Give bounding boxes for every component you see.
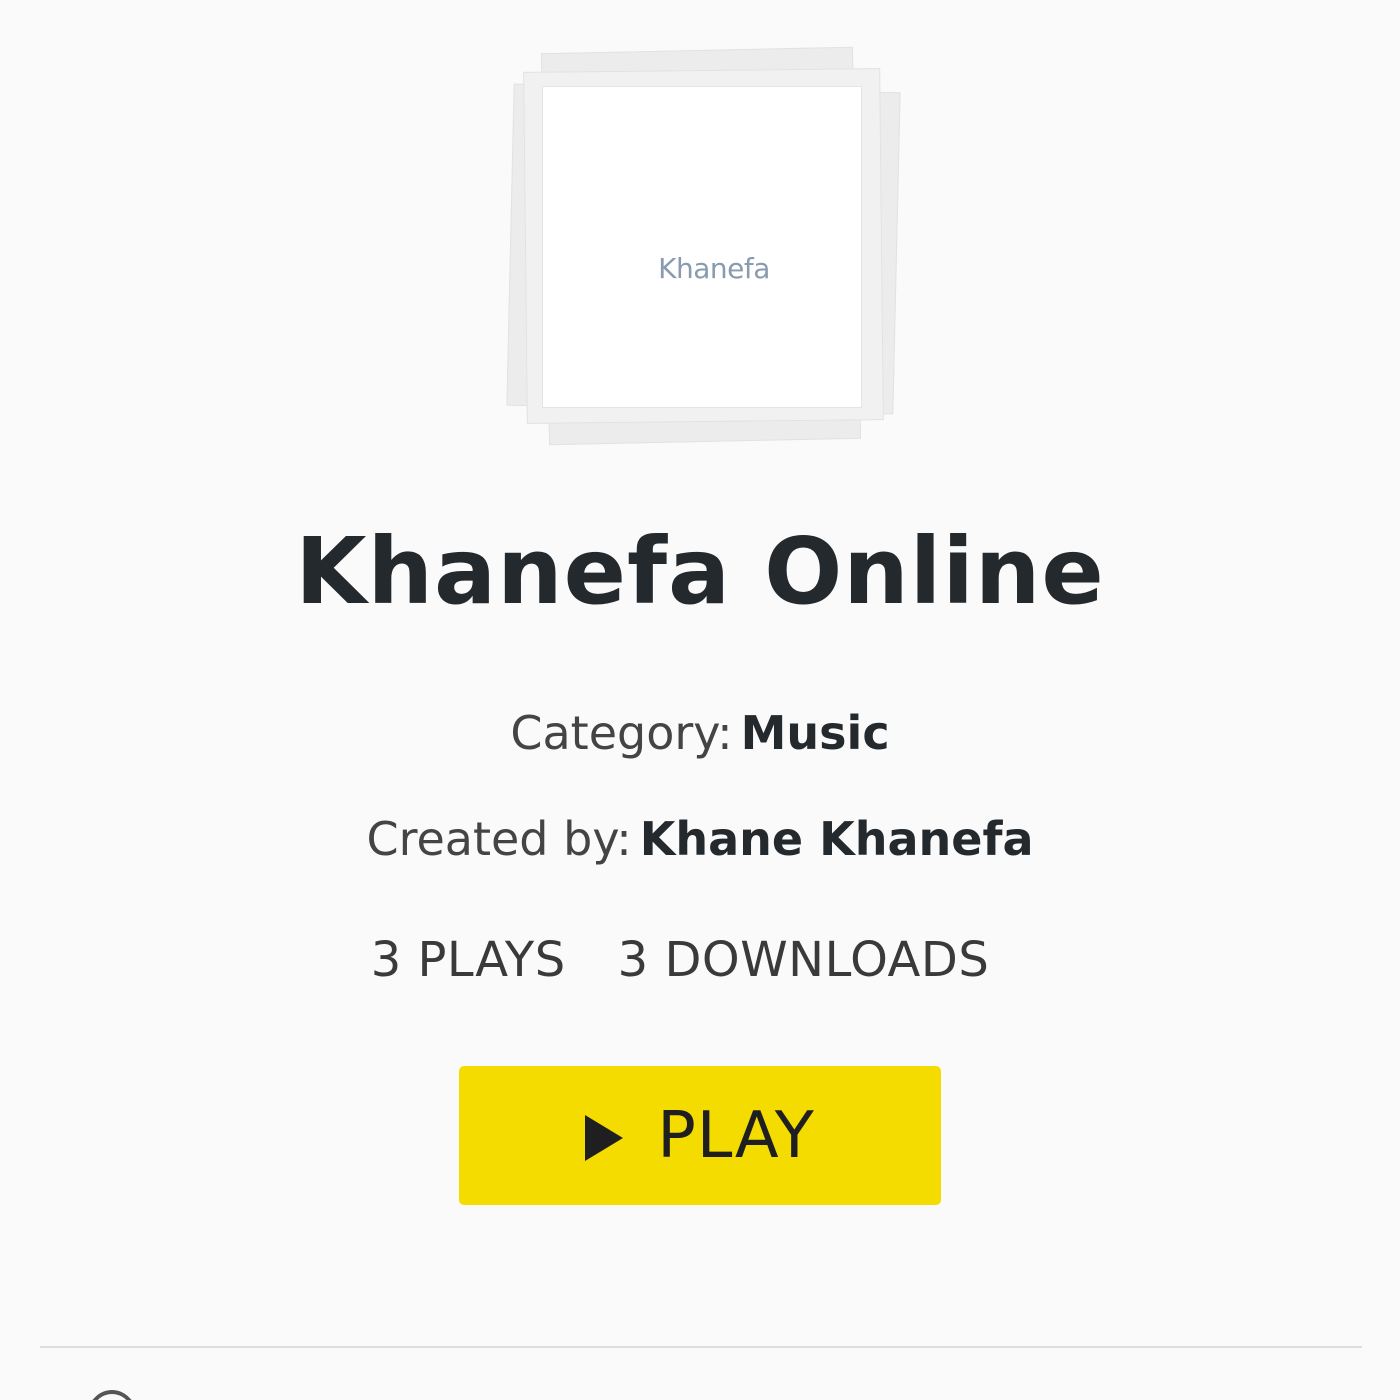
- section-divider: [40, 1346, 1362, 1348]
- partial-icon: [78, 1380, 146, 1400]
- stats-row: 3 PLAYS 3 DOWNLOADS: [0, 932, 1360, 988]
- creator-label: Created by:: [366, 812, 632, 866]
- plays-count: 3 PLAYS: [370, 932, 566, 988]
- category-line: Category: Music: [0, 706, 1400, 760]
- downloads-count: 3 DOWNLOADS: [617, 932, 990, 988]
- play-button[interactable]: PLAY: [459, 1066, 941, 1205]
- creator-value[interactable]: Khane Khanefa: [640, 812, 1034, 866]
- cover-art-text: Khanefa: [658, 251, 770, 285]
- podcast-page: Khanefa Khanefa Online Category: Music Cr…: [0, 0, 1400, 1400]
- category-value[interactable]: Music: [741, 706, 890, 760]
- page-title: Khanefa Online: [295, 518, 1105, 625]
- creator-line: Created by: Khane Khanefa: [0, 812, 1400, 866]
- play-button-label: PLAY: [657, 1098, 815, 1173]
- category-label: Category:: [510, 706, 733, 760]
- cover-art: Khanefa: [542, 86, 862, 408]
- cover-art-stack: Khanefa: [505, 46, 901, 446]
- play-icon: [585, 1114, 624, 1161]
